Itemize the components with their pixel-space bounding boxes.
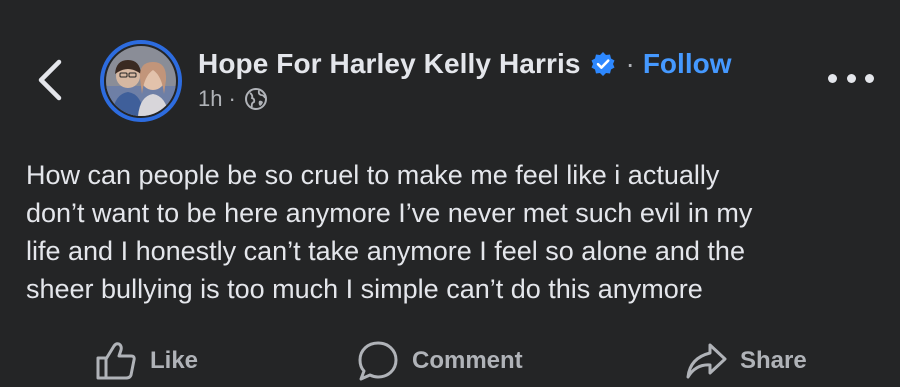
post-body: How can people be so cruel to make me fe…	[26, 156, 886, 308]
post-line: life and I honestly can’t take anymore I…	[26, 236, 745, 266]
follow-button[interactable]: Follow	[643, 48, 732, 80]
verified-badge-icon	[591, 52, 614, 76]
more-dot	[846, 73, 856, 83]
post-meta: 1h ·	[198, 84, 268, 114]
comment-bubble-icon	[358, 341, 398, 381]
share-arrow-icon	[686, 343, 727, 379]
post-line: How can people be so cruel to make me fe…	[26, 160, 720, 190]
post-header: Hope For Harley Kelly Harris · Follow 1h…	[0, 0, 900, 130]
post-time[interactable]: 1h	[198, 86, 222, 112]
comment-button[interactable]: Comment	[356, 338, 523, 384]
author-row: Hope For Harley Kelly Harris · Follow	[198, 44, 731, 84]
post-line: don’t want to be here anymore I’ve never…	[26, 198, 753, 228]
avatar-photo	[106, 46, 176, 116]
author-avatar[interactable]	[100, 40, 182, 122]
like-label: Like	[150, 347, 199, 374]
meta-separator: ·	[228, 86, 236, 111]
author-name[interactable]: Hope For Harley Kelly Harris	[198, 48, 581, 80]
more-horizontal-icon	[828, 73, 837, 83]
separator-dot: ·	[625, 48, 635, 79]
thumbs-up-icon	[96, 342, 136, 380]
back-button[interactable]	[28, 52, 72, 108]
like-button[interactable]: Like	[94, 338, 198, 384]
share-label: Share	[740, 347, 807, 374]
chevron-left-icon	[38, 59, 62, 101]
post-action-bar: Like Comment Share	[0, 332, 900, 387]
comment-label: Comment	[412, 347, 523, 374]
more-dot	[865, 73, 874, 83]
more-options-button[interactable]	[828, 64, 874, 92]
share-button[interactable]: Share	[684, 338, 807, 384]
globe-icon	[244, 88, 267, 110]
post-screen: Hope For Harley Kelly Harris · Follow 1h…	[0, 0, 900, 387]
post-line: sheer bullying is too much I simple can’…	[26, 274, 703, 304]
